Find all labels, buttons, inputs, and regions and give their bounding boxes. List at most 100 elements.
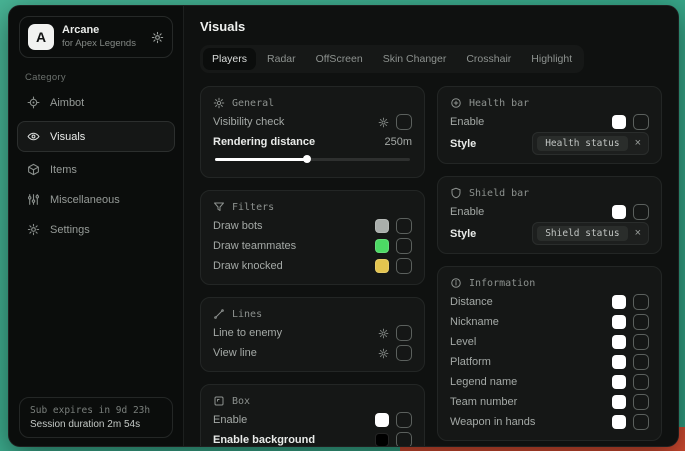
rendering-distance-slider[interactable] (215, 155, 410, 163)
tab-offscreen[interactable]: OffScreen (307, 48, 372, 70)
category-label: Category (25, 72, 183, 83)
row-label: Visibility check (213, 116, 370, 128)
diagonal-line-icon (213, 308, 225, 320)
row-shield-style: Style Shield status × (450, 222, 649, 245)
color-swatch[interactable] (612, 395, 626, 409)
row-label: Platform (450, 356, 604, 368)
color-swatch[interactable] (375, 413, 389, 427)
distance-checkbox[interactable] (633, 294, 649, 310)
row-label: Draw teammates (213, 240, 367, 252)
panel-information-header: Information (450, 277, 649, 289)
color-swatch[interactable] (612, 335, 626, 349)
sidebar-item-settings[interactable]: Settings (17, 215, 175, 244)
row-label: Distance (450, 296, 604, 308)
team-number-checkbox[interactable] (633, 394, 649, 410)
box-background-checkbox[interactable] (396, 432, 412, 446)
style-tag: Shield status (537, 226, 627, 241)
row-weapon-in-hands: Weapon in hands (450, 412, 649, 432)
row-health-enable: Enable (450, 112, 649, 132)
remove-tag-icon[interactable]: × (635, 228, 641, 239)
color-swatch[interactable] (612, 415, 626, 429)
visibility-check-checkbox[interactable] (396, 114, 412, 130)
sidebar-item-items[interactable]: Items (17, 155, 175, 184)
row-label: Style (450, 228, 524, 240)
sidebar-item-label: Settings (50, 224, 90, 236)
row-label: Legend name (450, 376, 604, 388)
draw-knocked-checkbox[interactable] (396, 258, 412, 274)
sidebar: A Arcane for Apex Legends Category (9, 6, 184, 446)
option-settings-icon[interactable] (378, 348, 389, 359)
sidebar-item-label: Visuals (50, 131, 85, 143)
weapon-in-hands-checkbox[interactable] (633, 414, 649, 430)
color-swatch[interactable] (612, 315, 626, 329)
row-label: Weapon in hands (450, 416, 604, 428)
row-label: Enable background (213, 434, 367, 446)
row-label: Rendering distance (213, 136, 376, 148)
draw-teammates-checkbox[interactable] (396, 238, 412, 254)
row-shield-enable: Enable (450, 202, 649, 222)
panel-health-bar: Health bar Enable Style Health status (437, 86, 662, 164)
color-swatch[interactable] (612, 115, 626, 129)
shield-enable-checkbox[interactable] (633, 204, 649, 220)
line-to-enemy-checkbox[interactable] (396, 325, 412, 341)
remove-tag-icon[interactable]: × (635, 138, 641, 149)
tab-skin-changer[interactable]: Skin Changer (374, 48, 456, 70)
panel-title: Health bar (469, 98, 529, 109)
color-swatch[interactable] (375, 433, 389, 446)
sidebar-item-visuals[interactable]: Visuals (17, 121, 175, 152)
package-icon (27, 163, 40, 176)
sidebar-item-aimbot[interactable]: Aimbot (17, 88, 175, 117)
session-duration: Session duration 2m 54s (30, 419, 162, 430)
panel-shield-bar: Shield bar Enable Style Shield status (437, 176, 662, 254)
tab-players[interactable]: Players (203, 48, 256, 70)
tab-radar[interactable]: Radar (258, 48, 305, 70)
subscription-expiry: Sub expires in 9d 23h (30, 405, 162, 416)
color-swatch[interactable] (375, 239, 389, 253)
box-enable-checkbox[interactable] (396, 412, 412, 428)
health-plus-icon (450, 97, 462, 109)
eye-icon (27, 130, 40, 143)
shield-style-select[interactable]: Shield status × (532, 222, 649, 245)
health-enable-checkbox[interactable] (633, 114, 649, 130)
row-label: Nickname (450, 316, 604, 328)
color-swatch[interactable] (612, 375, 626, 389)
panel-information: Information Distance Nickname (437, 266, 662, 441)
row-health-style: Style Health status × (450, 132, 649, 155)
brand-logo: A (28, 24, 54, 50)
panel-filters-header: Filters (213, 201, 412, 213)
crosshair-icon (27, 96, 40, 109)
row-label: Enable (450, 116, 604, 128)
brand-title: Arcane (62, 24, 136, 38)
app-window: A Arcane for Apex Legends Category (8, 5, 679, 447)
row-label: Enable (213, 414, 367, 426)
sliders-icon (27, 193, 40, 206)
row-label: Style (450, 138, 524, 150)
platform-checkbox[interactable] (633, 354, 649, 370)
row-distance: Distance (450, 292, 649, 312)
legend-name-checkbox[interactable] (633, 374, 649, 390)
subscription-card: Sub expires in 9d 23h Session duration 2… (19, 397, 173, 438)
color-swatch[interactable] (375, 259, 389, 273)
brand-card: A Arcane for Apex Legends (19, 16, 173, 58)
panel-box: Box Enable Enable background (200, 384, 425, 446)
gear-icon (27, 223, 40, 236)
panel-title: Shield bar (469, 188, 529, 199)
tab-highlight[interactable]: Highlight (522, 48, 581, 70)
draw-bots-checkbox[interactable] (396, 218, 412, 234)
option-settings-icon[interactable] (378, 328, 389, 339)
option-settings-icon[interactable] (378, 117, 389, 128)
sidebar-item-miscellaneous[interactable]: Miscellaneous (17, 185, 175, 214)
level-checkbox[interactable] (633, 334, 649, 350)
view-line-checkbox[interactable] (396, 345, 412, 361)
slider-value: 250m (384, 136, 412, 148)
tab-crosshair[interactable]: Crosshair (457, 48, 520, 70)
brand-settings-icon[interactable] (151, 31, 164, 44)
color-swatch[interactable] (612, 295, 626, 309)
health-style-select[interactable]: Health status × (532, 132, 649, 155)
color-swatch[interactable] (612, 205, 626, 219)
slider-thumb[interactable] (303, 155, 311, 163)
gear-icon (213, 97, 225, 109)
color-swatch[interactable] (375, 219, 389, 233)
nickname-checkbox[interactable] (633, 314, 649, 330)
color-swatch[interactable] (612, 355, 626, 369)
